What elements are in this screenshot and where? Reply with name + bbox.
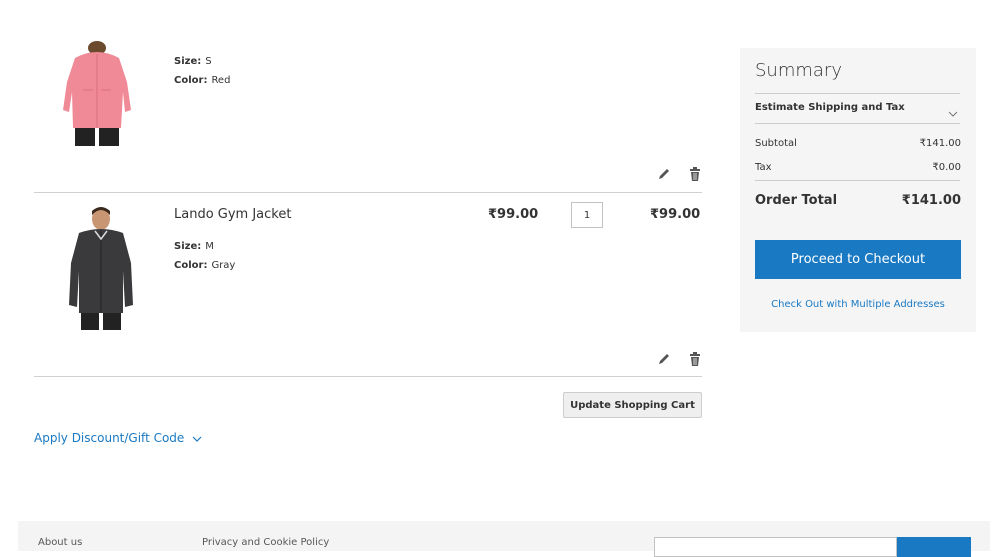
footer: About us Privacy and Cookie Policy [18,521,990,557]
summary-title: Summary [755,60,842,81]
item1-option-size: Size: S [174,56,212,67]
subtotal-value: ₹141.00 [919,138,961,149]
update-cart-button[interactable]: Update Shopping Cart [563,392,702,418]
item-divider [34,192,702,193]
newsletter-subscribe-button[interactable] [897,537,971,557]
order-total-value: ₹141.00 [901,193,961,208]
subtotal-label: Subtotal [755,138,797,149]
chevron-down-icon [192,431,202,445]
discount-code-toggle[interactable]: Apply Discount/Gift Code [34,431,202,445]
order-summary: Summary Estimate Shipping and Tax Subtot… [740,48,976,332]
proceed-to-checkout-button[interactable]: Proceed to Checkout [755,240,961,279]
multi-address-checkout-link[interactable]: Check Out with Multiple Addresses [740,299,976,310]
item2-subtotal: ₹99.00 [650,207,701,222]
tax-value: ₹0.00 [932,162,961,173]
trash-icon[interactable] [688,166,702,181]
tax-label: Tax [755,162,772,173]
chevron-down-icon[interactable] [948,102,958,121]
order-total-label: Order Total [755,193,838,208]
summary-divider [755,180,960,181]
item2-option-color: Color: Gray [174,260,236,271]
item2-product-name[interactable]: Lando Gym Jacket [174,207,291,222]
item2-option-size: Size: M [174,241,214,252]
estimate-shipping-toggle[interactable]: Estimate Shipping and Tax [755,102,905,113]
item-divider [34,376,702,377]
item2-qty-input[interactable] [571,202,603,228]
footer-link-about[interactable]: About us [38,537,82,548]
pencil-icon[interactable] [657,166,671,180]
pencil-icon[interactable] [657,351,671,365]
trash-icon[interactable] [688,351,702,366]
summary-divider [755,93,960,94]
product-image-pink-jacket[interactable] [45,40,155,150]
summary-divider [755,123,960,124]
newsletter-email-input[interactable] [654,537,897,557]
discount-label: Apply Discount/Gift Code [34,431,185,445]
product-image-gray-jacket[interactable] [45,205,155,330]
item1-option-color: Color: Red [174,75,231,86]
footer-link-privacy[interactable]: Privacy and Cookie Policy [202,537,329,548]
item2-price: ₹99.00 [488,207,539,222]
